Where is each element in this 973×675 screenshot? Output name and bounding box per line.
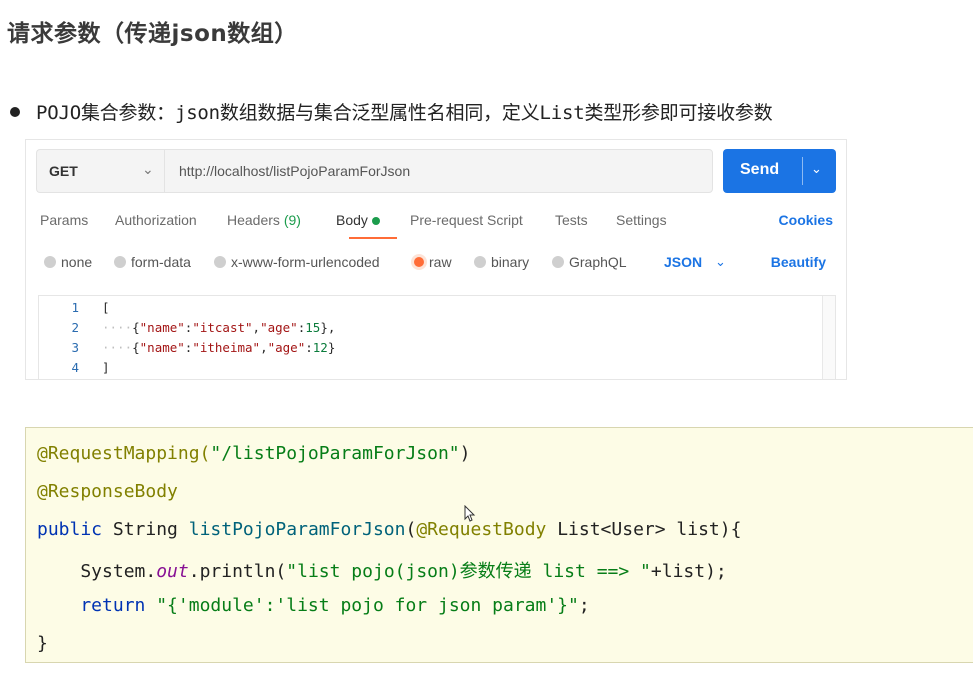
code-text: List<User> list){ [546,519,742,540]
radio-label: GraphQL [569,254,627,270]
editor-scrollbar[interactable] [822,296,835,379]
cookies-link[interactable]: Cookies [779,212,833,228]
radio-circle-icon [214,256,226,269]
send-button[interactable]: Send ⌄ [723,149,836,193]
radio-selected-icon [414,257,424,268]
editor-line: 4 ] [39,360,799,379]
beautify-button[interactable]: Beautify [771,254,826,270]
code-text: +list); [650,561,727,582]
radio-label: raw [429,254,452,270]
line-number: 1 [71,300,79,315]
body-indicator-dot-icon [371,217,380,226]
tab-headers-label: Headers [227,212,280,228]
tab-pre-request-script[interactable]: Pre-request Script [410,212,523,228]
editor-line: 1 [ [39,300,799,320]
chevron-down-icon[interactable]: ⌄ [811,161,822,177]
line-number: 2 [71,320,79,335]
headers-count: (9) [283,212,301,228]
method-name: listPojoParamForJson [188,519,406,540]
radio-x-www-form-urlencoded[interactable]: x-www-form-urlencoded [214,254,380,270]
radio-circle-icon [114,256,126,269]
format-select[interactable]: JSON [664,254,702,270]
string-literal: "list pojo(json)参数传递 list ==> " [286,561,651,582]
radio-circle-icon [552,256,564,269]
code-text: ; [578,595,590,616]
tab-params[interactable]: Params [40,212,88,228]
method-select[interactable]: GET ⌄ [36,149,164,193]
radio-label: form-data [131,254,191,270]
radio-label: binary [491,254,530,270]
static-field: out [156,561,189,582]
radio-form-data[interactable]: form-data [114,254,191,270]
tab-settings[interactable]: Settings [616,212,667,228]
bullet-item: POJO集合参数：json数组数据与集合泛型属性名相同，定义List类型形参即可… [10,98,773,125]
tab-authorization[interactable]: Authorization [115,212,197,228]
code-text: System. [37,561,157,582]
bullet-dot-icon [10,106,20,117]
keyword: public [37,519,103,540]
keyword: return [37,595,146,616]
body-type-radios: none form-data x-www-form-urlencoded raw… [44,254,844,276]
tab-headers[interactable]: Headers (9) [227,212,301,228]
send-label: Send [740,161,780,178]
editor-line: 3 ····{"name":"itheima","age":12} [39,340,799,360]
radio-circle-icon [474,256,486,269]
radio-circle-icon [44,256,56,269]
request-tabs: Params Authorization Headers (9) Body Pr… [40,212,840,242]
code-line: return "{'module':'list pojo for json pa… [37,595,590,616]
code-text: ) [459,443,471,464]
annotation: @ResponseBody [37,481,178,502]
code-line: System.out.println("list pojo(json)参数传递 … [37,557,727,583]
string-literal: "/listPojoParamForJson" [210,443,460,464]
radio-none[interactable]: none [44,254,92,270]
postman-request-panel: GET ⌄ http://localhost/listPojoParamForJ… [25,139,847,380]
code-line: public String listPojoParamForJson(@Requ… [37,519,741,540]
url-input[interactable]: http://localhost/listPojoParamForJson [164,149,713,193]
annotation: @RequestBody [416,519,547,540]
code-text: String [102,519,189,540]
java-code-block: @RequestMapping("/listPojoParamForJson")… [25,427,973,663]
page-title: 请求参数（传递json数组） [7,21,298,47]
tab-tests[interactable]: Tests [555,212,588,228]
string-literal: "{'module':'list pojo for json param'}" [156,595,579,616]
bullet-text: POJO集合参数：json数组数据与集合泛型属性名相同，定义List类型形参即可… [36,102,773,124]
mouse-cursor-icon [464,505,476,522]
url-text: http://localhost/listPojoParamForJson [179,163,411,179]
radio-label: none [61,254,93,270]
editor-line: 2 ····{"name":"itcast","age":15}, [39,320,799,340]
annotation: @RequestMapping( [37,443,211,464]
send-divider [802,157,803,185]
code-text: } [37,633,48,654]
active-tab-underline [349,237,397,239]
line-number: 4 [71,360,79,375]
chevron-down-icon: ⌄ [142,161,154,177]
radio-graphql[interactable]: GraphQL [552,254,627,270]
method-label: GET [49,163,78,179]
code-line: @RequestMapping("/listPojoParamForJson") [37,443,470,464]
code-line: } [37,633,48,654]
code-text: .println( [188,561,287,582]
chevron-down-icon[interactable]: ⌄ [715,254,726,270]
line-code: ] [102,360,110,375]
request-url-bar: GET ⌄ http://localhost/listPojoParamForJ… [36,149,836,195]
body-editor[interactable]: 1 [ 2 ····{"name":"itcast","age":15}, 3 … [38,295,836,379]
line-code: ····{"name":"itheima","age":12} [102,340,336,355]
radio-label: x-www-form-urlencoded [231,254,380,270]
tab-body-label: Body [336,212,368,228]
line-code: ····{"name":"itcast","age":15}, [102,320,336,335]
radio-binary[interactable]: binary [474,254,529,270]
tab-body[interactable]: Body [336,212,380,228]
code-text: ( [405,519,417,540]
line-number: 3 [71,340,79,355]
radio-raw[interactable]: raw [414,254,452,270]
line-code: [ [102,300,110,315]
code-line: @ResponseBody [37,481,178,502]
